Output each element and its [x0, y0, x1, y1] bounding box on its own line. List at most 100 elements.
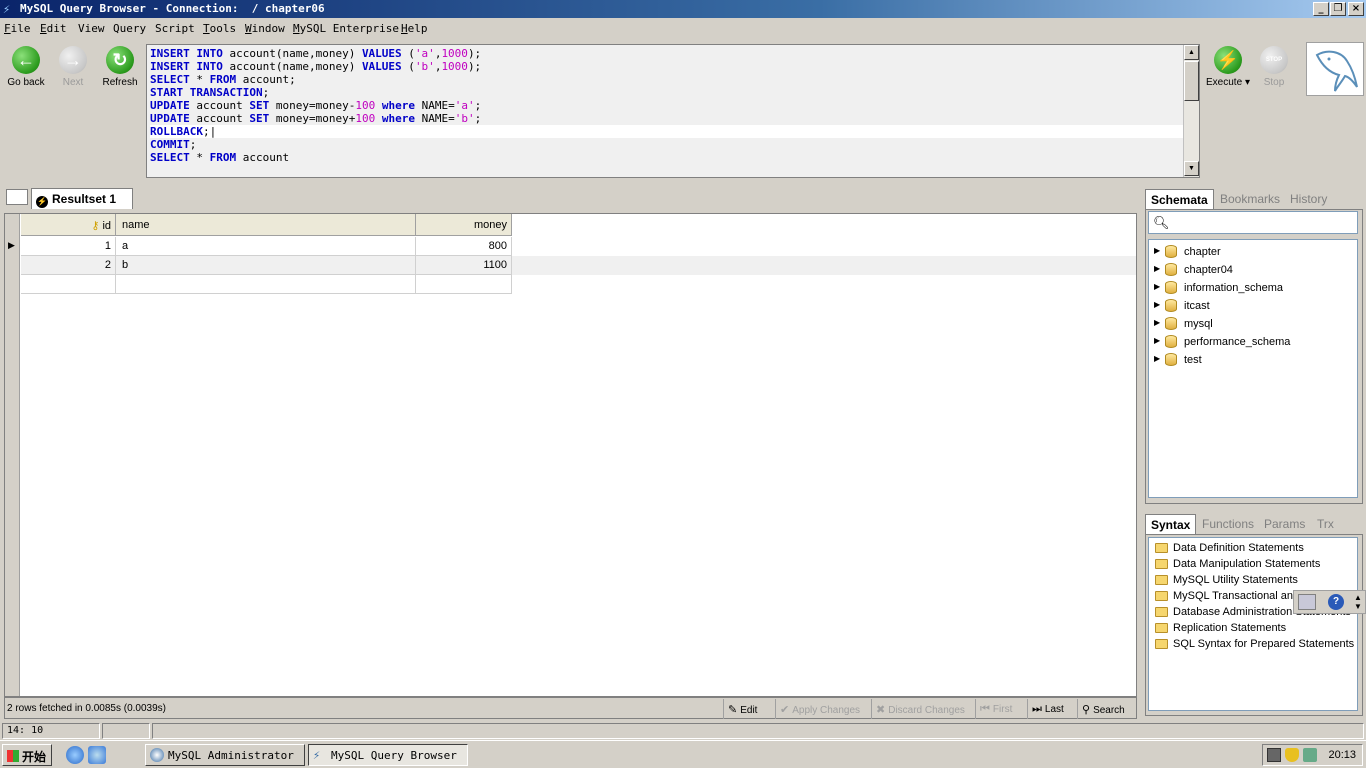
editor-line[interactable]: SELECT * FROM account; [150, 73, 1183, 86]
menu-item[interactable]: Script [155, 22, 195, 35]
table-cell[interactable]: a [116, 237, 416, 256]
expand-icon[interactable]: ▶ [1154, 336, 1160, 345]
quicklaunch-icon[interactable] [88, 746, 106, 764]
network-icon[interactable] [1303, 748, 1317, 762]
editor-line[interactable]: COMMIT; [150, 138, 1183, 151]
folder-icon [1155, 639, 1168, 649]
expand-icon[interactable]: ▶ [1154, 282, 1160, 291]
panel-tab[interactable]: History [1285, 189, 1332, 209]
syntax-item[interactable]: Replication Statements [1149, 620, 1357, 636]
schema-item[interactable]: ▶ chapter04 [1149, 261, 1357, 279]
syntax-item[interactable]: Data Definition Statements [1149, 540, 1357, 556]
new-row-cell[interactable] [21, 275, 116, 294]
scroll-down-icon[interactable]: ▼ [1184, 161, 1199, 176]
editor-line[interactable]: INSERT INTO account(name,money) VALUES (… [150, 47, 1183, 60]
panel-tab[interactable]: Trx [1312, 514, 1339, 534]
scroll-thumb[interactable] [1184, 61, 1199, 101]
panel-tab[interactable]: Syntax [1145, 514, 1197, 536]
menu-item[interactable]: Help [401, 22, 428, 35]
x-icon: ✖ [876, 704, 886, 716]
menu-item[interactable]: Edit [40, 22, 67, 35]
last-button[interactable]: ⏭ Last [1027, 699, 1068, 719]
vm-icon[interactable] [1267, 748, 1281, 762]
sql-editor[interactable]: SELECT * FROM account COMMIT; ROLLBACK;| UP… [146, 44, 1200, 178]
editor-line[interactable]: UPDATE account SET money=money+100 where… [150, 112, 1183, 125]
discard-changes-button[interactable]: ✖ Discard Changes [871, 699, 969, 719]
editor-line[interactable]: SELECT * FROM account [150, 151, 1183, 164]
menu-item[interactable]: Window [245, 22, 285, 35]
editor-line[interactable]: UPDATE account SET money=money-100 where… [150, 99, 1183, 112]
stop-button[interactable]: STOP Stop [1252, 46, 1296, 88]
close-button[interactable]: × [1348, 2, 1364, 16]
minimize-button[interactable]: _ [1313, 2, 1329, 16]
result-status-bar: 2 rows fetched in 0.0085s (0.0039s) ✎ Edi… [4, 697, 1137, 719]
schema-item[interactable]: ▶ test [1149, 351, 1357, 369]
menu-item[interactable]: Query [113, 22, 146, 35]
taskbar-mysql-administrator[interactable]: MySQL Administrator [145, 744, 305, 766]
shield-icon[interactable] [1285, 748, 1299, 762]
column-header[interactable]: ⚷ id [21, 214, 116, 236]
tab-resultset-1[interactable]: ⚡ Resultset 1 [31, 188, 133, 209]
schema-item[interactable]: ▶ information_schema [1149, 279, 1357, 297]
syntax-item[interactable]: SQL Syntax for Prepared Statements [1149, 636, 1357, 652]
menu-bar: File Edit View Query Script Tools Window MySQL … [0, 18, 1366, 38]
column-header[interactable]: name [116, 214, 416, 236]
editor-line[interactable]: START TRANSACTION; [150, 86, 1183, 99]
panel-tab[interactable]: Bookmarks [1215, 189, 1285, 209]
apply-changes-button[interactable]: ✔ Apply Changes [775, 699, 864, 719]
first-button[interactable]: ⏮ First [975, 699, 1016, 719]
table-cell[interactable]: 800 [416, 237, 512, 256]
syntax-item[interactable]: MySQL Utility Statements [1149, 572, 1357, 588]
expand-icon[interactable]: ▶ [1154, 354, 1160, 363]
new-tab-icon[interactable] [6, 189, 28, 205]
syntax-label: Replication Statements [1173, 622, 1287, 634]
table-cell[interactable]: b [116, 256, 416, 275]
menu-item[interactable]: Tools [203, 22, 236, 35]
menu-item[interactable]: MySQL Enterprise [293, 22, 399, 35]
refresh-button[interactable]: ↻ Refresh [98, 46, 142, 88]
panel-tab[interactable]: Functions [1197, 514, 1259, 534]
expand-icon[interactable]: ▶ [1154, 264, 1160, 273]
expand-icon[interactable]: ▶ [1154, 318, 1160, 327]
restore-button[interactable]: ❐ [1330, 2, 1346, 16]
table-cell[interactable]: 2 [21, 256, 116, 275]
schema-item[interactable]: ▶ chapter [1149, 243, 1357, 261]
folder-icon [1155, 623, 1168, 633]
new-row-cell[interactable] [116, 275, 416, 294]
new-row-cell[interactable] [416, 275, 512, 294]
panel-tab[interactable]: Schemata [1145, 189, 1214, 211]
editor-scrollbar[interactable]: ▲ ▼ [1183, 45, 1199, 177]
start-button[interactable]: 开始 [2, 744, 52, 766]
expand-icon[interactable]: ▶ [1154, 246, 1160, 255]
go-back-button[interactable]: ← Go back [4, 46, 48, 88]
schema-item[interactable]: ▶ itcast [1149, 297, 1357, 315]
syntax-item[interactable]: Data Manipulation Statements [1149, 556, 1357, 572]
window-title: MySQL Query Browser - Connection: / chap… [20, 2, 325, 15]
keyboard-icon[interactable] [1298, 594, 1316, 610]
panel-tab[interactable]: Params [1259, 514, 1310, 534]
clock: 20:13 [1328, 749, 1356, 761]
next-button[interactable]: → Next [51, 46, 95, 88]
schema-item[interactable]: ▶ mysql [1149, 315, 1357, 333]
expand-icon[interactable]: ▶ [1154, 300, 1160, 309]
result-grid[interactable]: ⚷ id name money ▶ 1 a 800 2 b 1100 [4, 213, 1137, 697]
schema-item[interactable]: ▶ performance_schema [1149, 333, 1357, 351]
help-icon[interactable]: ? [1328, 594, 1344, 610]
table-cell[interactable]: 1 [21, 237, 116, 256]
table-cell[interactable]: 1100 [416, 256, 512, 275]
syntax-tree[interactable]: Data Definition Statements Data Manipulat… [1148, 537, 1358, 711]
menu-item[interactable]: File [4, 22, 31, 35]
spin-icon[interactable]: ▲ ▼ [1354, 593, 1362, 611]
edit-button[interactable]: ✎ Edit [723, 699, 761, 719]
schema-search-input[interactable]: 🔍︎ [1148, 211, 1358, 234]
taskbar-mysql-query-browser[interactable]: ⚡ MySQL Query Browser [308, 744, 468, 766]
editor-line[interactable]: ROLLBACK;| [150, 125, 1183, 138]
column-header[interactable]: money [416, 214, 512, 236]
editor-line[interactable]: INSERT INTO account(name,money) VALUES (… [150, 60, 1183, 73]
menu-item[interactable]: View [78, 22, 105, 35]
schema-tree[interactable]: ▶ chapter ▶ chapter04 ▶ information_schema ▶ it… [1148, 239, 1358, 498]
scroll-up-icon[interactable]: ▲ [1184, 45, 1199, 60]
search-button[interactable]: ⚲ Search [1077, 699, 1129, 719]
ie-icon[interactable] [66, 746, 84, 764]
execute-button[interactable]: ⚡ Execute ▾ [1206, 46, 1250, 88]
